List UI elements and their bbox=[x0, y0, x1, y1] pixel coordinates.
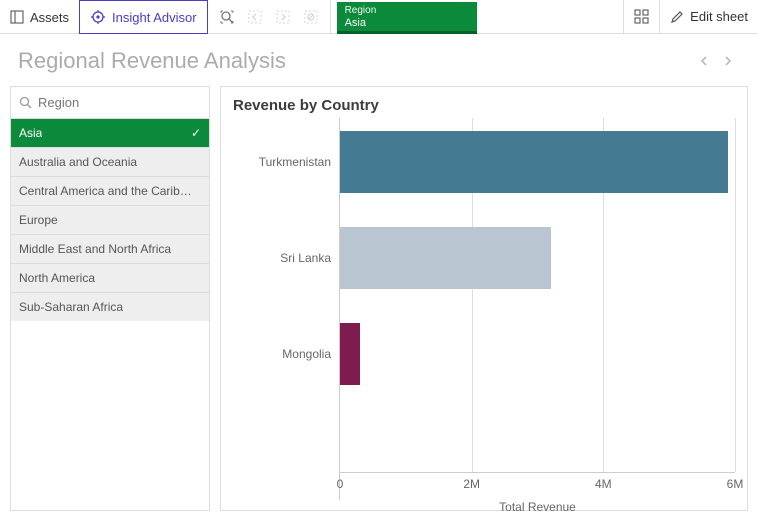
insight-label: Insight Advisor bbox=[112, 10, 197, 25]
filter-item[interactable]: Europe✓ bbox=[11, 205, 209, 234]
insight-icon bbox=[90, 9, 106, 25]
chart-body[interactable]: TurkmenistanSri LankaMongolia Total Reve… bbox=[233, 118, 735, 500]
bar[interactable] bbox=[340, 227, 551, 289]
filter-item[interactable]: Middle East and North Africa✓ bbox=[11, 234, 209, 263]
clear-selections-icon bbox=[300, 6, 322, 28]
selection-pill-value: Asia bbox=[345, 17, 469, 29]
next-sheet-button[interactable] bbox=[716, 49, 740, 73]
chart-title: Revenue by Country bbox=[233, 97, 735, 114]
filter-list: Asia✓Australia and Oceania✓Central Ameri… bbox=[11, 118, 209, 321]
y-tick-label: Turkmenistan bbox=[231, 155, 331, 169]
filter-item-label: North America bbox=[19, 271, 95, 285]
check-icon: ✓ bbox=[191, 126, 201, 140]
prev-sheet-button[interactable] bbox=[692, 49, 716, 73]
step-back-icon bbox=[244, 6, 266, 28]
bar[interactable] bbox=[340, 131, 728, 193]
filter-item[interactable]: Sub-Saharan Africa✓ bbox=[11, 292, 209, 321]
page-title: Regional Revenue Analysis bbox=[18, 48, 692, 74]
insight-advisor-button[interactable]: Insight Advisor bbox=[79, 0, 208, 34]
grid-icon bbox=[634, 9, 649, 24]
assets-button[interactable]: Assets bbox=[0, 0, 80, 34]
panel-icon bbox=[10, 10, 24, 24]
search-icon bbox=[19, 96, 32, 109]
chevron-left-icon bbox=[698, 55, 710, 67]
filter-item[interactable]: Asia ✓ bbox=[11, 118, 209, 147]
y-tick-label: Sri Lanka bbox=[231, 251, 331, 265]
toolbar: Assets Insight Advisor Region Asia Edit … bbox=[0, 0, 758, 34]
x-tick-label: 6M bbox=[727, 477, 744, 491]
smart-search-icon[interactable] bbox=[216, 6, 238, 28]
assets-label: Assets bbox=[30, 10, 69, 25]
filter-item-label: Australia and Oceania bbox=[19, 155, 137, 169]
x-tick-label: 2M bbox=[463, 477, 480, 491]
filter-item-label: Sub-Saharan Africa bbox=[19, 300, 123, 314]
selection-tools bbox=[208, 0, 331, 33]
x-axis-title: Total Revenue bbox=[499, 500, 576, 514]
sheet-header: Regional Revenue Analysis bbox=[0, 34, 758, 80]
chart-panel: Revenue by Country Turkmenistan Sri Lanka… bbox=[220, 86, 748, 511]
bookmarks-button[interactable] bbox=[623, 0, 659, 34]
filter-item[interactable]: Central America and the Carib…✓ bbox=[11, 176, 209, 205]
x-tick-label: 4M bbox=[595, 477, 612, 491]
pencil-icon bbox=[670, 10, 684, 24]
filter-panel: Region Asia✓Australia and Oceania✓Centra… bbox=[10, 86, 210, 511]
selection-pill-region[interactable]: Region Asia bbox=[337, 2, 477, 32]
selection-pill-field: Region bbox=[345, 5, 469, 17]
x-tick-label: 0 bbox=[337, 477, 344, 491]
chevron-right-icon bbox=[722, 55, 734, 67]
edit-sheet-button[interactable]: Edit sheet bbox=[659, 0, 758, 34]
filter-item-label: Central America and the Carib… bbox=[19, 184, 192, 198]
filter-item-label: Europe bbox=[19, 213, 58, 227]
filter-item-label: Asia bbox=[19, 126, 42, 140]
filter-search-label: Region bbox=[38, 95, 79, 110]
bar[interactable] bbox=[340, 323, 360, 385]
filter-search[interactable]: Region bbox=[11, 87, 209, 118]
filter-item-label: Middle East and North Africa bbox=[19, 242, 171, 256]
filter-item[interactable]: North America✓ bbox=[11, 263, 209, 292]
gridline bbox=[735, 118, 736, 472]
y-tick-label: Mongolia bbox=[231, 347, 331, 361]
step-forward-icon bbox=[272, 6, 294, 28]
edit-sheet-label: Edit sheet bbox=[690, 9, 748, 24]
filter-item[interactable]: Australia and Oceania✓ bbox=[11, 147, 209, 176]
